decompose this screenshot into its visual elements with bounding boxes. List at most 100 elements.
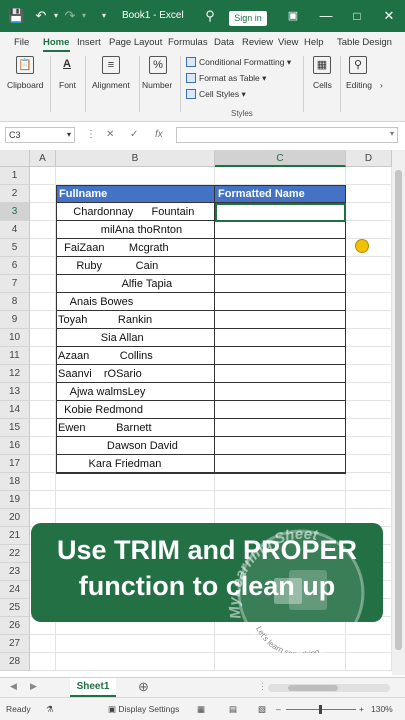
maximize-icon[interactable]: □ [349, 8, 365, 24]
table-cell-formatted-name[interactable] [215, 293, 346, 311]
ribbon-scroll-right-icon[interactable]: › [380, 80, 383, 90]
expand-formula-bar-icon[interactable]: ▾ [390, 129, 394, 138]
cell[interactable] [346, 473, 392, 491]
font-group-button[interactable]: Font [59, 80, 76, 90]
new-sheet-icon[interactable]: ⊕ [138, 679, 149, 695]
cell[interactable] [346, 347, 392, 365]
zoom-out-icon[interactable]: – [276, 704, 281, 714]
redo-dropdown-icon[interactable]: ▾ [76, 8, 92, 24]
cell[interactable] [346, 221, 392, 239]
cell[interactable] [56, 473, 215, 491]
horizontal-scrollbar[interactable] [268, 684, 390, 692]
table-resize-handle[interactable] [341, 469, 346, 474]
cell[interactable] [30, 653, 56, 671]
row-header[interactable]: 11 [0, 347, 30, 365]
row-header[interactable]: 15 [0, 419, 30, 437]
cell[interactable] [30, 347, 56, 365]
number-format-icon[interactable]: % [149, 56, 167, 74]
zoom-level[interactable]: 130% [371, 704, 393, 714]
cell[interactable] [30, 473, 56, 491]
table-cell-fullname[interactable]: milAna thoRnton [56, 221, 215, 239]
alignment-icon[interactable]: ≡ [102, 56, 120, 74]
zoom-slider[interactable] [286, 705, 356, 714]
number-group-button[interactable]: Number [142, 80, 172, 90]
sign-in-button[interactable]: Sign in [229, 11, 267, 26]
cell[interactable] [30, 167, 56, 185]
table-cell-fullname[interactable]: Ewen Barnett [56, 419, 215, 437]
table-header-fullname[interactable]: Fullname [56, 185, 215, 203]
save-icon[interactable]: 💾 [8, 8, 24, 24]
table-cell-formatted-name[interactable] [215, 401, 346, 419]
row-header[interactable]: 10 [0, 329, 30, 347]
page-layout-view-icon[interactable]: ▤ [229, 704, 237, 715]
table-cell-fullname[interactable]: Kara Friedman [56, 455, 215, 473]
cell[interactable] [215, 635, 346, 653]
table-cell-fullname[interactable]: Sia Allan [56, 329, 215, 347]
row-header[interactable]: 13 [0, 383, 30, 401]
row-header[interactable]: 3 [0, 203, 30, 221]
row-header[interactable]: 23 [0, 563, 30, 581]
cell[interactable] [346, 167, 392, 185]
cell[interactable] [346, 365, 392, 383]
enter-icon[interactable]: ✓ [130, 129, 138, 140]
tab-review[interactable]: Review [242, 37, 273, 48]
cell[interactable] [30, 635, 56, 653]
close-icon[interactable]: ✕ [381, 8, 397, 24]
cell[interactable] [215, 491, 346, 509]
cell[interactable] [215, 473, 346, 491]
tab-formulas[interactable]: Formulas [168, 37, 208, 48]
row-header[interactable]: 4 [0, 221, 30, 239]
cell[interactable] [346, 401, 392, 419]
cell-styles-button[interactable]: Cell Styles ▾ [186, 89, 246, 100]
row-header[interactable]: 5 [0, 239, 30, 257]
vertical-scrollbar[interactable] [392, 150, 405, 675]
tab-insert[interactable]: Insert [77, 37, 101, 48]
cell[interactable] [30, 491, 56, 509]
cell[interactable] [30, 401, 56, 419]
row-header[interactable]: 1 [0, 167, 30, 185]
table-cell-formatted-name[interactable] [215, 347, 346, 365]
row-header[interactable]: 25 [0, 599, 30, 617]
row-header[interactable]: 19 [0, 491, 30, 509]
row-header[interactable]: 22 [0, 545, 30, 563]
cell[interactable] [30, 383, 56, 401]
row-header[interactable]: 26 [0, 617, 30, 635]
cell[interactable] [30, 239, 56, 257]
table-cell-formatted-name[interactable] [215, 275, 346, 293]
cell[interactable] [346, 635, 392, 653]
cell[interactable] [56, 635, 215, 653]
active-cell-selection[interactable] [215, 203, 346, 222]
search-icon[interactable]: ⚲ [202, 8, 218, 24]
cell[interactable] [346, 491, 392, 509]
cell[interactable] [215, 167, 346, 185]
cell[interactable] [30, 311, 56, 329]
sheet-tab-sheet1[interactable]: Sheet1 [70, 678, 116, 697]
row-header[interactable]: 2 [0, 185, 30, 203]
row-header[interactable]: 16 [0, 437, 30, 455]
cell[interactable] [346, 257, 392, 275]
cell[interactable] [346, 653, 392, 671]
cell[interactable] [346, 437, 392, 455]
minimize-icon[interactable]: — [318, 8, 334, 24]
table-cell-fullname[interactable]: Alfie Tapia [56, 275, 215, 293]
cell[interactable] [30, 275, 56, 293]
column-header-a[interactable]: A [30, 150, 56, 167]
tab-data[interactable]: Data [214, 37, 234, 48]
alignment-group-button[interactable]: Alignment [92, 80, 130, 90]
table-cell-fullname[interactable]: Ajwa walmsLey [56, 383, 215, 401]
paste-icon[interactable]: 📋 [16, 56, 34, 74]
editing-group-button[interactable]: Editing [346, 80, 372, 90]
page-break-view-icon[interactable]: ▧ [258, 704, 266, 715]
row-header[interactable]: 6 [0, 257, 30, 275]
table-cell-formatted-name[interactable] [215, 455, 346, 473]
row-header[interactable]: 21 [0, 527, 30, 545]
cell[interactable] [30, 437, 56, 455]
table-cell-formatted-name[interactable] [215, 221, 346, 239]
cell[interactable] [30, 365, 56, 383]
table-cell-fullname[interactable]: Ruby Cain [56, 257, 215, 275]
cell[interactable] [346, 185, 392, 203]
cell[interactable] [56, 653, 215, 671]
tab-bar-options-icon[interactable]: ⋮ [258, 681, 267, 692]
cell[interactable] [56, 167, 215, 185]
display-settings-button[interactable]: ▣ Display Settings [108, 704, 179, 715]
